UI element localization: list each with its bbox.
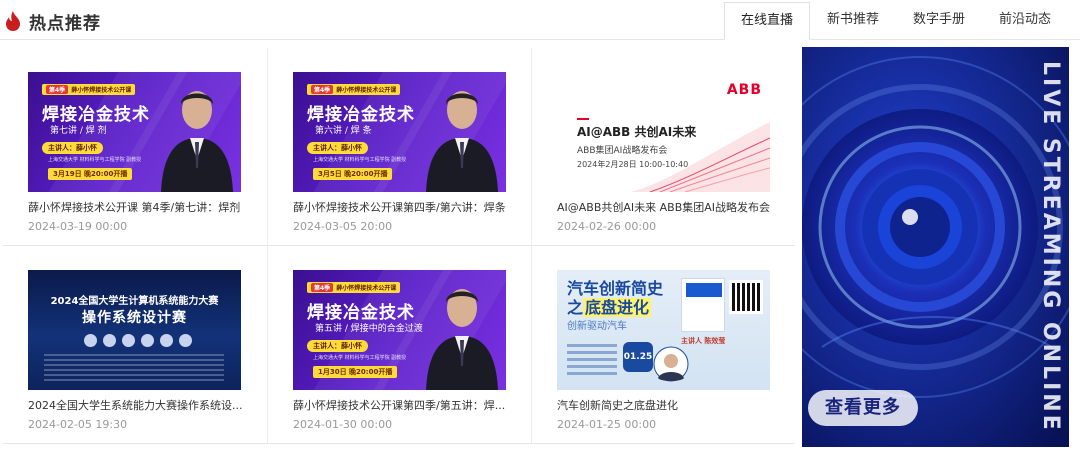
card-date: 2024-01-30 00:00 xyxy=(293,418,393,431)
live-card[interactable]: 第4季 薛小怀焊接技术公开课 焊接冶金技术 第五讲 / 焊接中的合金过渡 主讲人：… xyxy=(267,246,531,444)
thumb-date-pill: 3月5日 晚20:00开播 xyxy=(313,168,393,180)
card-title[interactable]: 薛小怀焊接技术公开课第四季/第五讲：焊... xyxy=(293,397,525,413)
live-card[interactable]: 汽车创新简史 之底盘进化 创新驱动汽车 主讲人 陈效莹 01.25 汽车创新简史… xyxy=(531,246,795,444)
thumb-headline: 焊接冶金技术 xyxy=(307,105,415,125)
thumb-subtitle: 操作系统设计赛 xyxy=(82,310,187,326)
lecturer-photo xyxy=(426,91,498,192)
live-card[interactable]: 2024全国大学生计算机系统能力大赛 操作系统设计赛 2024全国大学生系统能力… xyxy=(3,246,267,444)
card-thumbnail[interactable]: 2024全国大学生计算机系统能力大赛 操作系统设计赛 xyxy=(28,270,241,390)
card-title[interactable]: AI@ABB共创AI未来 ABB集团AI战略发布会 xyxy=(557,199,789,215)
lecturer-photo xyxy=(426,289,498,390)
series-tag: 第4季 薛小怀焊接技术公开课 xyxy=(307,84,401,95)
card-date: 2024-03-05 20:00 xyxy=(293,220,393,233)
speaker-avatars xyxy=(84,334,192,347)
lens-graphic xyxy=(802,47,1069,447)
flame-logo-icon xyxy=(6,11,20,31)
thumb-lecturer: 主讲人 陈效莹 xyxy=(681,337,726,345)
live-card-grid: 第4季 薛小怀焊接技术公开课 焊接冶金技术 第七讲 / 焊 剂 主讲人：薛小怀 上… xyxy=(3,48,795,446)
series-tag: 第4季 薛小怀焊接技术公开课 xyxy=(307,282,401,293)
thumb-lecturer: 主讲人：薛小怀 xyxy=(307,142,368,154)
card-date: 2024-03-19 00:00 xyxy=(28,220,128,233)
live-card[interactable]: ABB AI@ABB 共创AI未来 ABB集团AI战略发布会 2024年2月28… xyxy=(531,48,795,246)
tab-live[interactable]: 在线直播 xyxy=(724,2,810,40)
row-divider xyxy=(3,245,795,246)
card-date: 2024-01-25 00:00 xyxy=(557,418,657,431)
section-title: 热点推荐 xyxy=(29,14,101,34)
thumb-headline: 焊接冶金技术 xyxy=(307,303,415,323)
live-streaming-banner[interactable]: LIVE STREAMING ONLINE 查看更多 xyxy=(802,47,1069,447)
tab-digital-manual[interactable]: 数字手册 xyxy=(896,2,982,40)
live-card[interactable]: 第4季 薛小怀焊接技术公开课 焊接冶金技术 第七讲 / 焊 剂 主讲人：薛小怀 上… xyxy=(3,48,267,246)
card-title[interactable]: 汽车创新简史之底盘进化 xyxy=(557,397,789,413)
card-thumbnail[interactable]: 第4季 薛小怀焊接技术公开课 焊接冶金技术 第七讲 / 焊 剂 主讲人：薛小怀 上… xyxy=(28,72,241,192)
thumb-subtitle: 创新驱动汽车 xyxy=(567,321,627,332)
row-divider xyxy=(3,443,795,444)
card-thumbnail[interactable]: 汽车创新简史 之底盘进化 创新驱动汽车 主讲人 陈效莹 01.25 xyxy=(557,270,770,390)
card-title[interactable]: 薛小怀焊接技术公开课 第4季/第七讲：焊剂 xyxy=(28,199,260,215)
thumb-headline: 焊接冶金技术 xyxy=(42,105,150,125)
section-header: 热点推荐 在线直播 新书推荐 数字手册 前沿动态 xyxy=(0,0,1080,40)
tab-new-books[interactable]: 新书推荐 xyxy=(810,2,896,40)
thumb-headline-2: 之底盘进化 xyxy=(567,298,652,317)
thumb-affiliation: 上海交通大学 材料科学与工程学院 副教授 xyxy=(313,355,407,361)
card-thumbnail[interactable]: ABB AI@ABB 共创AI未来 ABB集团AI战略发布会 2024年2月28… xyxy=(557,72,770,192)
card-title[interactable]: 2024全国大学生系统能力大赛操作系统设... xyxy=(28,397,260,413)
thumb-subtitle: 第五讲 / 焊接中的合金过渡 xyxy=(315,324,423,334)
thumb-affiliation: 上海交通大学 材料科学与工程学院 副教授 xyxy=(313,157,407,163)
wave-graphic xyxy=(630,122,770,192)
book-cover xyxy=(681,278,725,332)
thumb-date-pill: 1月30日 晚20:00开播 xyxy=(313,366,398,378)
thumb-headline: 2024全国大学生计算机系统能力大赛 xyxy=(50,296,219,307)
qr-code xyxy=(729,280,763,314)
tab-bar: 在线直播 新书推荐 数字手册 前沿动态 xyxy=(724,2,1068,40)
thumb-lecturer: 主讲人：薛小怀 xyxy=(307,340,368,352)
thumb-subtitle: 第七讲 / 焊 剂 xyxy=(50,126,107,136)
lecturer-photo xyxy=(653,346,689,382)
thumb-date-pill: 3月19日 晚20:00开播 xyxy=(48,168,133,180)
view-more-button[interactable]: 查看更多 xyxy=(808,390,918,426)
lecturer-photo xyxy=(161,91,233,192)
card-thumbnail[interactable]: 第4季 薛小怀焊接技术公开课 焊接冶金技术 第六讲 / 焊 条 主讲人：薛小怀 上… xyxy=(293,72,506,192)
series-tag: 第4季 薛小怀焊接技术公开课 xyxy=(42,84,136,95)
banner-vertical-text: LIVE STREAMING ONLINE xyxy=(1038,61,1063,433)
abb-logo: ABB xyxy=(726,82,762,98)
thumb-affiliation: 上海交通大学 材料科学与工程学院 副教授 xyxy=(48,157,142,163)
tab-frontier-news[interactable]: 前沿动态 xyxy=(982,2,1068,40)
live-card[interactable]: 第4季 薛小怀焊接技术公开课 焊接冶金技术 第六讲 / 焊 条 主讲人：薛小怀 上… xyxy=(267,48,531,246)
thumb-lecturer: 主讲人：薛小怀 xyxy=(42,142,103,154)
card-title[interactable]: 薛小怀焊接技术公开课第四季/第六讲：焊条 xyxy=(293,199,525,215)
card-date: 2024-02-26 00:00 xyxy=(557,220,657,233)
thumb-subtitle: 第六讲 / 焊 条 xyxy=(315,126,372,136)
thumb-date-badge: 01.25 xyxy=(623,342,653,372)
card-date: 2024-02-05 19:30 xyxy=(28,418,128,431)
card-thumbnail[interactable]: 第4季 薛小怀焊接技术公开课 焊接冶金技术 第五讲 / 焊接中的合金过渡 主讲人：… xyxy=(293,270,506,390)
